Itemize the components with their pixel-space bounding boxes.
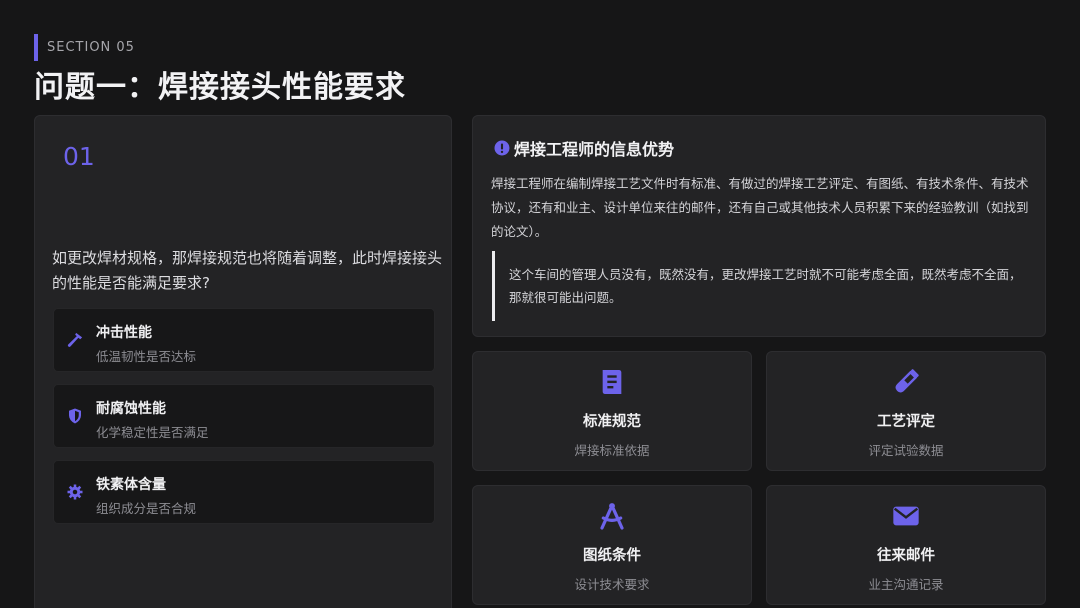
quote-block: 这个车间的管理人员没有，既然没有，更改焊接工艺时就不可能考虑全面，既然考虑不全面… — [492, 251, 1032, 321]
gear-icon — [66, 483, 84, 501]
tile-standards: 标准规范 焊接标准依据 — [472, 351, 752, 471]
tile-subtitle: 设计技术要求 — [574, 577, 650, 592]
tile-procedure-qualification: 工艺评定 评定试验数据 — [766, 351, 1046, 471]
info-body: 焊接工程师在编制焊接工艺文件时有标准、有做过的焊接工艺评定、有图纸、有技术条件、… — [491, 176, 1029, 239]
list-item-title: 铁素体含量 — [96, 477, 166, 493]
list-item-corrosion: 耐腐蚀性能 化学稳定性是否满足 — [53, 384, 435, 448]
list-item-ferrite: 铁素体含量 组织成分是否合规 — [53, 460, 435, 524]
tile-emails: 往来邮件 业主沟通记录 — [766, 485, 1046, 605]
info-title: 焊接工程师的信息优势 — [514, 140, 675, 159]
tile-drawings: 图纸条件 设计技术要求 — [472, 485, 752, 605]
alert-circle-icon — [493, 139, 511, 157]
info-card: 焊接工程师的信息优势 焊接工程师在编制焊接工艺文件时有标准、有做过的焊接工艺评定… — [472, 115, 1046, 337]
info-heading: 焊接工程师的信息优势 — [493, 136, 674, 160]
tile-title: 图纸条件 — [583, 548, 641, 564]
list-item-title: 耐腐蚀性能 — [96, 401, 166, 417]
list-item-impact: 冲击性能 低温韧性是否达标 — [53, 308, 435, 372]
tile-title: 工艺评定 — [877, 414, 935, 430]
tile-subtitle: 业主沟通记录 — [868, 577, 944, 592]
list-item-title: 冲击性能 — [96, 325, 152, 341]
question-text: 如更改焊材规格，那焊接规范也将随着调整，此时焊接接头的性能是否能满足要求? — [52, 249, 443, 292]
question-card: 01 如更改焊材规格，那焊接规范也将随着调整，此时焊接接头的性能是否能满足要求?… — [34, 115, 452, 608]
tile-subtitle: 焊接标准依据 — [574, 443, 650, 458]
hammer-icon — [66, 331, 84, 349]
list-item-subtitle: 化学稳定性是否满足 — [96, 425, 209, 440]
test-tube-icon — [890, 366, 922, 398]
drafting-compass-icon — [596, 500, 628, 532]
tile-title: 标准规范 — [583, 414, 641, 430]
list-item-subtitle: 组织成分是否合规 — [96, 501, 197, 516]
card-number: 01 — [63, 142, 95, 171]
page-title: 问题一：焊接接头性能要求 — [34, 70, 406, 105]
book-icon — [596, 366, 628, 398]
envelope-icon — [890, 500, 922, 532]
section-label: SECTION 05 — [34, 34, 135, 61]
tile-subtitle: 评定试验数据 — [868, 443, 944, 458]
tile-title: 往来邮件 — [877, 548, 935, 564]
list-item-subtitle: 低温韧性是否达标 — [96, 349, 197, 364]
shield-icon — [66, 407, 84, 425]
